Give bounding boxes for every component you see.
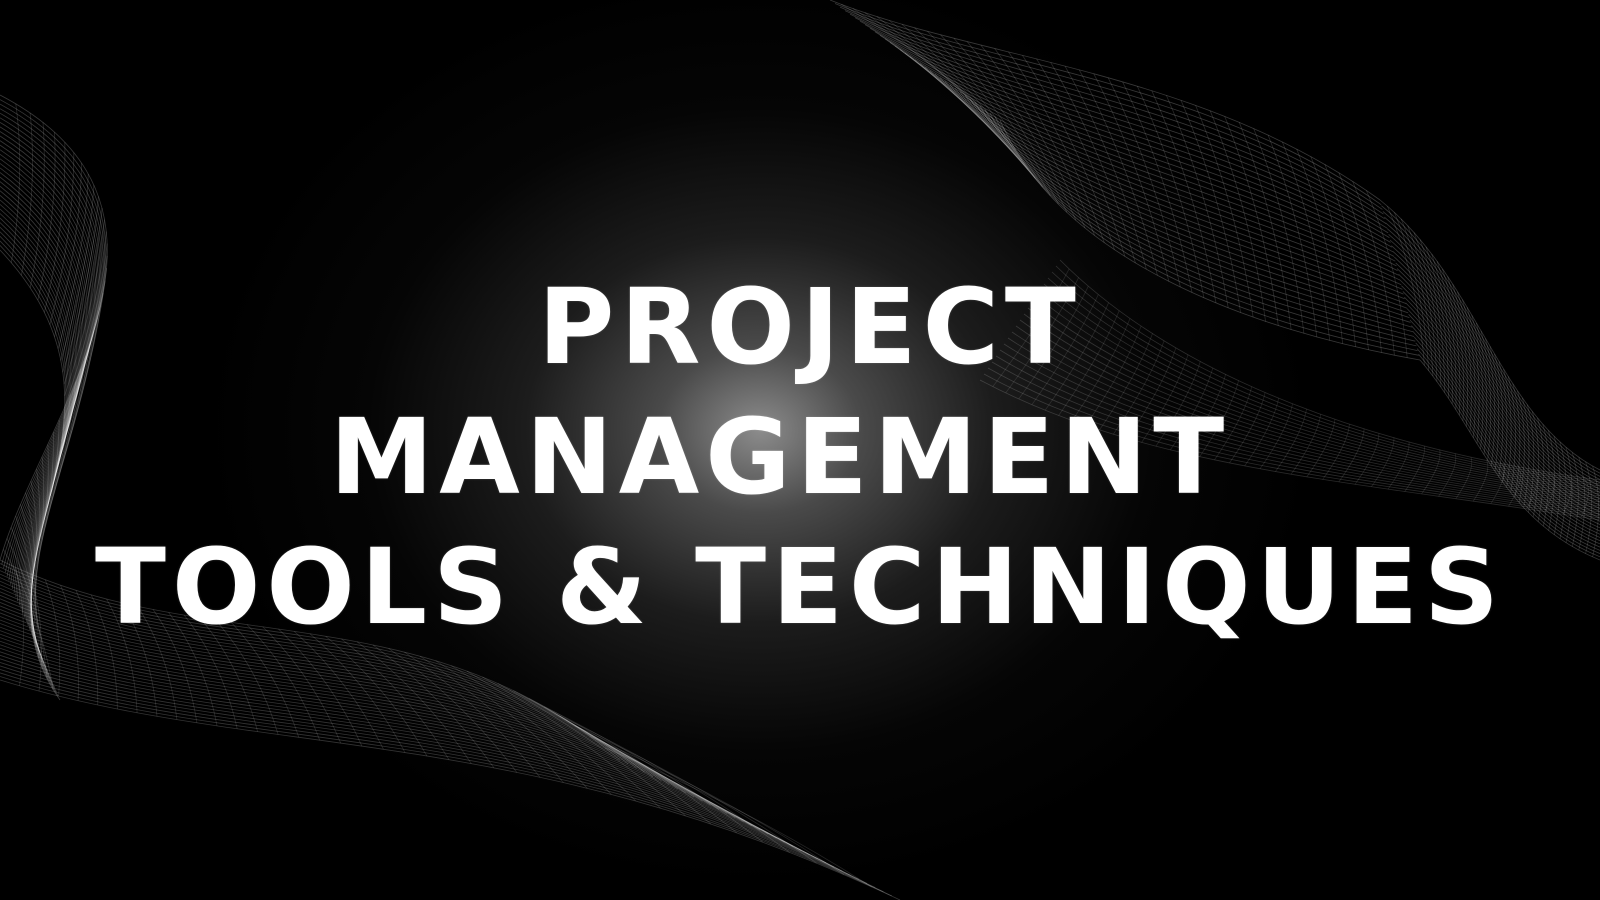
wave-line (0, 623, 769, 835)
wave-line (0, 626, 777, 839)
slide-canvas: Project Management Tools & Techniques (0, 0, 1600, 900)
wave-line (0, 669, 876, 888)
wave-line (0, 647, 827, 864)
wave-line (0, 665, 868, 884)
wave-line (889, 42, 1395, 257)
wave-line (0, 644, 818, 860)
wave-line (0, 633, 794, 847)
wave-line (0, 672, 884, 893)
wave-line (0, 662, 859, 880)
title-line-3: Tools & Techniques (95, 526, 1505, 648)
wave-line (839, 6, 1383, 210)
wave-line (0, 658, 851, 876)
wave-line (0, 630, 785, 843)
wave-line (0, 651, 835, 868)
slide-title: Project Management Tools & Techniques (0, 262, 1600, 652)
wave-line (874, 31, 1391, 243)
wave-line (899, 49, 1397, 267)
title-line-1: Project (538, 266, 1082, 388)
title-line-2: Management (329, 396, 1231, 518)
wave-line (834, 3, 1382, 206)
wave-line (929, 70, 1404, 295)
wave-line (0, 654, 843, 872)
wave-line (0, 640, 810, 856)
